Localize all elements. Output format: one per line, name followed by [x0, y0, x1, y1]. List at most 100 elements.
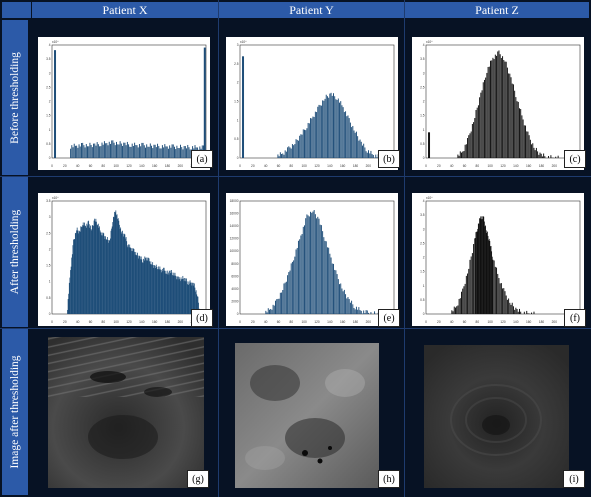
histogram-bar [158, 146, 160, 158]
histogram-bar [520, 311, 522, 314]
histogram-bar [498, 278, 500, 314]
column-header-patient-z: Patient Z [405, 2, 589, 18]
histogram-bar [85, 144, 87, 158]
histogram-bar [370, 150, 372, 158]
histogram-bar [502, 56, 504, 158]
histogram-spike [428, 132, 431, 158]
row-label-before-text: Before thresholding [9, 51, 21, 144]
histogram-bar [456, 306, 458, 314]
histogram-bar [330, 257, 332, 314]
y-tick-label: 1.5 [420, 270, 425, 274]
y-tick-label: 3 [423, 227, 425, 231]
histogram-bar [278, 156, 280, 158]
histogram-bar [348, 118, 350, 158]
thresholded-image-x [48, 337, 204, 488]
histogram-bar [547, 155, 549, 158]
histogram-bar [349, 302, 351, 314]
x-tick-label: 120 [126, 320, 132, 324]
y-scale-label: x10⁴ [52, 196, 59, 200]
x-tick-label: 160 [152, 164, 158, 168]
x-tick-label: 180 [539, 320, 545, 324]
histogram-bar [314, 111, 316, 158]
panel-tag-b: (b) [378, 150, 400, 168]
histogram-bar [468, 135, 470, 158]
histogram-bar [517, 101, 519, 158]
histogram-bar [462, 288, 464, 314]
histogram-bar [325, 94, 327, 158]
histogram-bar [310, 211, 312, 314]
histogram-bar [279, 292, 281, 314]
histogram-bar [366, 310, 368, 314]
histogram-bar [268, 309, 270, 314]
histogram-bar [540, 153, 542, 158]
histogram-bar [361, 313, 363, 314]
histogram-bar [148, 146, 150, 158]
histogram-bar [361, 145, 363, 158]
histogram-bar [318, 218, 320, 314]
histogram-bar [519, 308, 520, 314]
histogram-svg: 02040608010012014016018020022024000.511.… [46, 40, 209, 168]
histogram-bar [496, 55, 498, 158]
histogram-bar [271, 309, 273, 314]
histogram-bar [353, 130, 355, 158]
histogram-bar [306, 214, 308, 314]
histogram-bar [479, 97, 481, 158]
x-tick-label: 160 [526, 320, 532, 324]
histogram-bar [297, 140, 299, 158]
plot-frame [51, 44, 207, 159]
histogram-bar [351, 127, 353, 158]
histogram-bar [521, 115, 523, 158]
y-tick-label: 0.5 [420, 298, 425, 302]
histogram-bar [74, 145, 76, 158]
histogram-bar [118, 144, 120, 158]
histogram-bar [345, 294, 347, 314]
histogram-bar [505, 295, 507, 314]
histogram-bar [462, 151, 464, 158]
y-tick-label: 10000 [230, 249, 239, 253]
y-tick-label: 4 [423, 199, 425, 203]
histogram-bar [267, 308, 269, 314]
histogram-bar [487, 66, 489, 158]
histogram-bar [90, 144, 92, 158]
y-tick-label: 0 [423, 156, 425, 160]
histogram-bar [366, 152, 368, 158]
histogram-bar [131, 143, 133, 158]
histogram-bar [119, 141, 121, 158]
histogram-bar [282, 153, 284, 158]
histogram-bar [84, 147, 86, 158]
histogram-bar [304, 225, 305, 314]
histogram-bar [283, 154, 285, 158]
histogram-bar [169, 145, 171, 158]
histogram-bar [160, 148, 162, 158]
histogram-bar [128, 144, 130, 158]
y-tick-label: 4 [423, 43, 425, 47]
histogram-bar [451, 310, 453, 314]
histogram-bar [461, 152, 462, 158]
x-tick-label: 40 [76, 164, 80, 168]
histogram-bar [502, 288, 504, 314]
histogram-bar [529, 139, 531, 158]
histogram-bar [503, 59, 505, 158]
histogram-bar [299, 135, 301, 158]
y-tick-label: 16000 [230, 212, 239, 216]
y-tick-label: 1.5 [46, 264, 51, 268]
y-tick-label: 8000 [231, 262, 238, 266]
histogram-spike [203, 47, 206, 158]
histogram-bar [319, 105, 321, 158]
histogram-bar [352, 125, 354, 158]
histogram-bar [188, 147, 190, 158]
y-tick-label: 3 [49, 215, 51, 219]
histogram-bar [368, 150, 369, 158]
histogram-bar [485, 77, 487, 158]
histogram-bar [369, 153, 371, 158]
histogram-bar [351, 300, 353, 314]
histogram-bar [459, 298, 461, 314]
y-tick-label: 4000 [231, 287, 238, 291]
x-tick-label: 180 [165, 164, 171, 168]
histogram-bar [337, 98, 339, 158]
histogram-bar [181, 147, 183, 158]
histogram-bar [73, 143, 75, 158]
x-tick-label: 60 [89, 164, 93, 168]
histogram-bar [333, 93, 334, 158]
histogram-bar [375, 154, 377, 158]
